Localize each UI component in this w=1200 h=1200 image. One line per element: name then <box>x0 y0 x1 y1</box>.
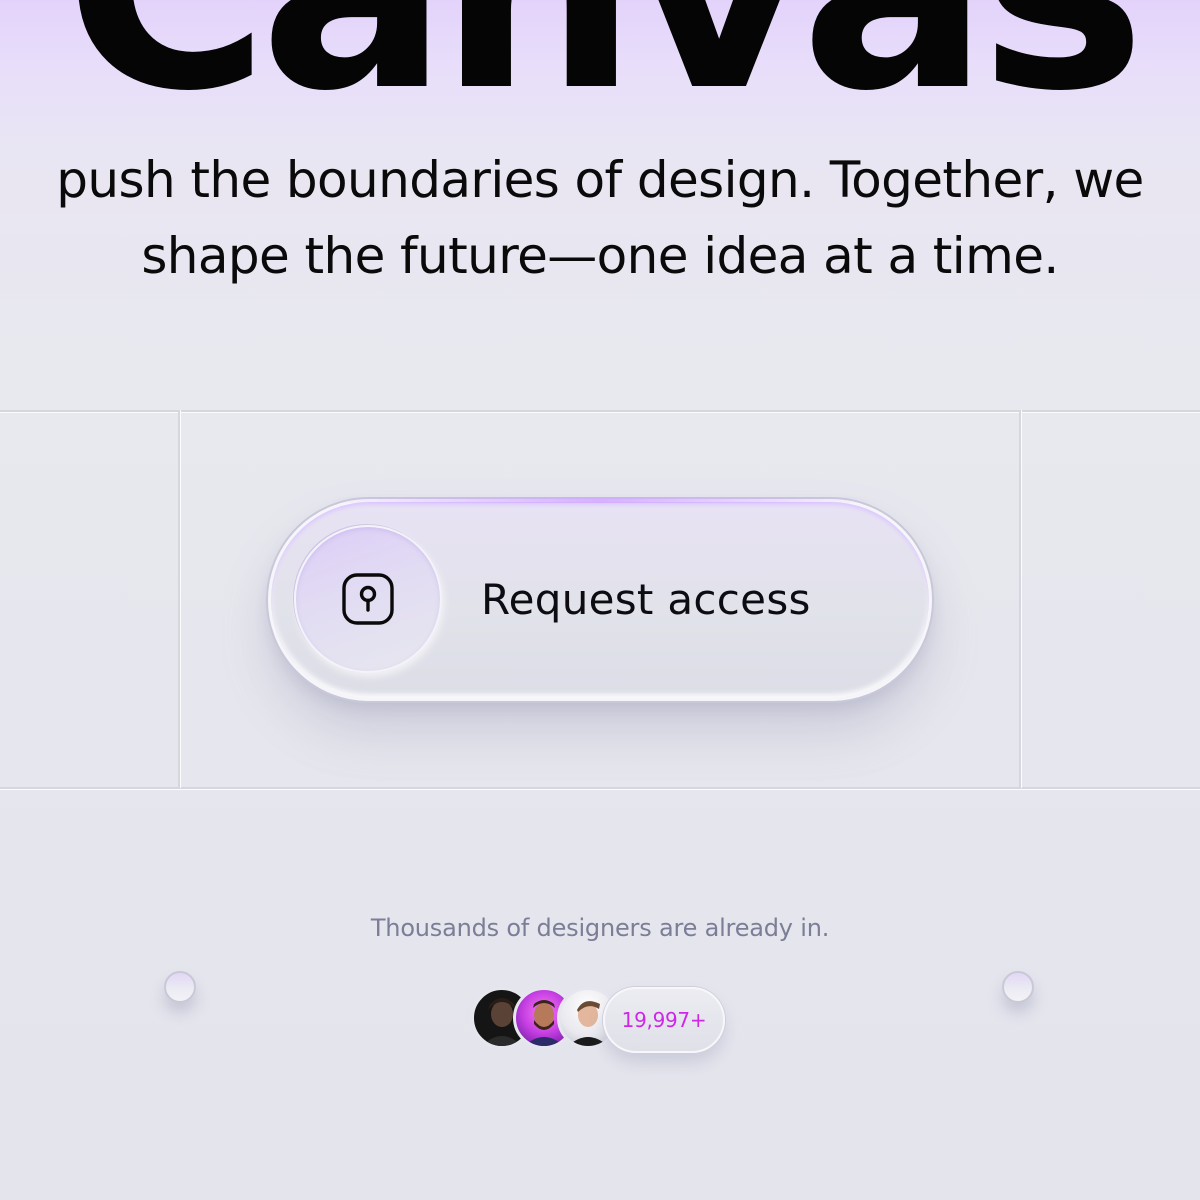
member-count-badge: 19,997+ <box>603 987 725 1053</box>
decorative-knob-right <box>1002 971 1034 1003</box>
request-access-label: Request access <box>481 575 811 624</box>
keyhole-icon <box>342 573 394 625</box>
grid-line-right <box>1019 410 1021 788</box>
tagline-line-1: push the boundaries of design. Together,… <box>56 151 1144 209</box>
hero-headline: Canvas <box>0 0 1200 130</box>
grid-line-left <box>178 410 180 788</box>
tagline: push the boundaries of design. Together,… <box>0 142 1200 294</box>
decorative-knob-left <box>164 971 196 1003</box>
request-access-button[interactable]: Request access <box>268 497 932 701</box>
keyhole-icon-badge <box>294 525 442 673</box>
social-proof-note: Thousands of designers are already in. <box>370 914 830 942</box>
tagline-line-2: shape the future—one idea at a time. <box>141 227 1059 285</box>
